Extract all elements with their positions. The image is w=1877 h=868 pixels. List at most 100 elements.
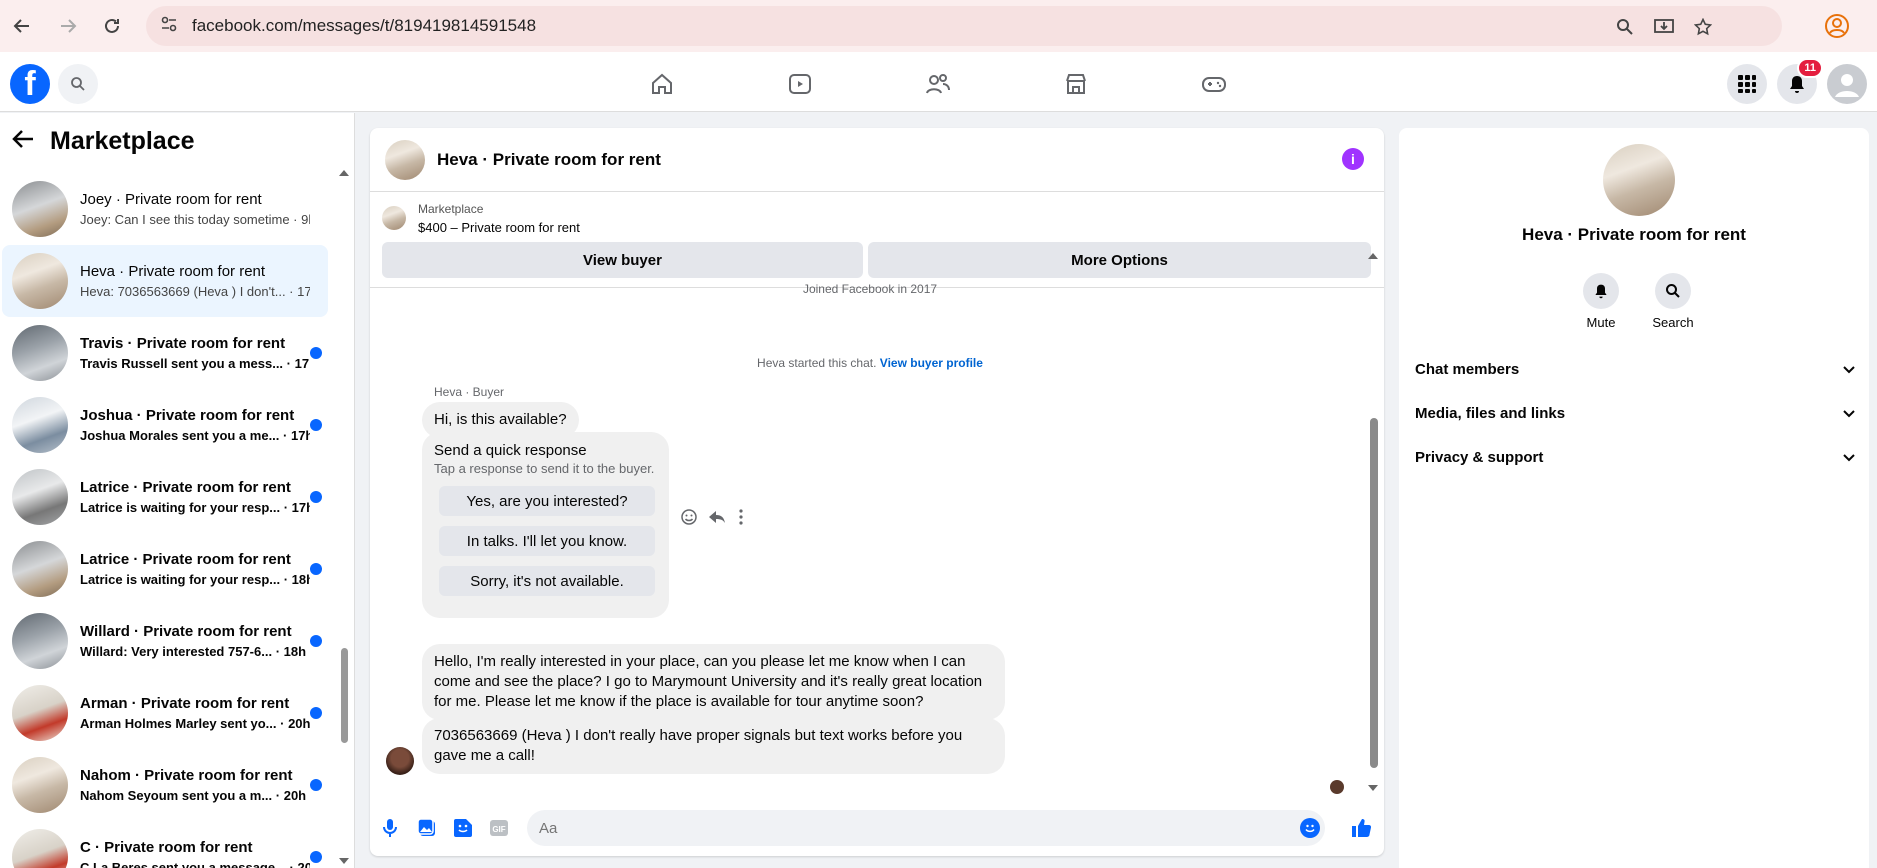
forward-arrow-icon[interactable] <box>48 6 88 46</box>
sticker-icon[interactable] <box>451 816 475 840</box>
install-app-icon[interactable] <box>1654 18 1674 41</box>
back-arrow-icon[interactable] <box>12 129 34 154</box>
listing-category: Marketplace <box>418 202 484 216</box>
marketplace-icon[interactable] <box>1054 64 1098 104</box>
search-icon[interactable] <box>58 64 98 104</box>
search-button[interactable]: Search <box>1643 273 1703 330</box>
gif-icon[interactable]: GIF <box>487 816 511 840</box>
unread-dot-icon <box>310 851 322 863</box>
search-icon <box>1655 273 1691 309</box>
account-avatar-icon[interactable] <box>1827 64 1867 104</box>
conversation-item[interactable]: Latrice · Private room for rent Latrice … <box>2 533 328 605</box>
chat-avatar[interactable] <box>385 139 425 180</box>
scrollbar-thumb[interactable] <box>1370 418 1378 768</box>
chevron-down-icon <box>1843 449 1855 466</box>
conversation-snippet: Joshua Morales sent you a me... · 17h <box>80 428 310 443</box>
url-text[interactable]: facebook.com/messages/t/819419814591548 <box>192 16 536 36</box>
conversation-snippet: Heva: 7036563669 (Heva ) I don't... · 17… <box>80 284 310 299</box>
unread-dot-icon <box>310 563 322 575</box>
quick-response-option[interactable]: Sorry, it's not available. <box>439 566 655 596</box>
reload-icon[interactable] <box>92 6 132 46</box>
address-bar[interactable]: facebook.com/messages/t/819419814591548 <box>146 6 1782 46</box>
notifications-bell-icon[interactable]: 11 <box>1777 58 1823 104</box>
info-icon[interactable]: i <box>1342 148 1364 170</box>
home-icon[interactable] <box>640 64 684 104</box>
facebook-logo-icon[interactable]: f <box>10 64 50 104</box>
bookmark-star-icon[interactable] <box>1693 17 1713 41</box>
search-label: Search <box>1652 315 1694 330</box>
section-label: Media, files and links <box>1415 404 1566 422</box>
view-buyer-button[interactable]: View buyer <box>382 242 863 278</box>
message-actions <box>680 508 746 531</box>
conversation-snippet: Travis Russell sent you a mess... · 17h <box>80 356 310 371</box>
gaming-icon[interactable] <box>1192 64 1236 104</box>
listing-thumbnail <box>12 829 68 868</box>
section-media-files-links[interactable]: Media, files and links <box>1415 393 1855 433</box>
conversation-list: Joey · Private room for rent Joey: Can I… <box>0 173 330 868</box>
svg-text:GIF: GIF <box>492 825 505 834</box>
site-info-icon[interactable] <box>160 15 178 38</box>
bell-icon <box>1583 273 1619 309</box>
more-vertical-icon[interactable] <box>736 508 746 531</box>
section-label: Privacy & support <box>1415 448 1544 466</box>
panel-title: Marketplace <box>50 127 195 155</box>
unread-dot-icon <box>310 347 322 359</box>
scroll-up-arrow-icon[interactable] <box>338 165 350 183</box>
message-input[interactable] <box>527 810 1325 846</box>
conversation-name: C · Private room for rent <box>80 839 253 856</box>
facebook-top-nav: f 11 <box>0 52 1877 112</box>
scroll-down-arrow-icon[interactable] <box>338 853 350 868</box>
browser-profile-icon[interactable] <box>1823 12 1851 40</box>
emoji-icon[interactable] <box>1300 818 1320 838</box>
listing-thumbnail <box>12 325 68 381</box>
conversation-item[interactable]: Latrice · Private room for rent Latrice … <box>2 461 328 533</box>
conversation-snippet: Nahom Seyoum sent you a m... · 20h <box>80 788 307 803</box>
conversation-item[interactable]: Nahom · Private room for rent Nahom Seyo… <box>2 749 328 821</box>
friends-icon[interactable] <box>916 64 960 104</box>
conversation-item[interactable]: Arman · Private room for rent Arman Holm… <box>2 677 328 749</box>
conversation-item[interactable]: Willard · Private room for rent Willard:… <box>2 605 328 677</box>
scroll-up-arrow-icon[interactable] <box>1367 248 1379 266</box>
listing-thumbnail <box>12 253 68 309</box>
conversation-name: Heva · Private room for rent <box>80 263 266 280</box>
mute-button[interactable]: Mute <box>1571 273 1631 330</box>
view-buyer-profile-link[interactable]: View buyer profile <box>880 356 983 370</box>
conversation-snippet: Joey: Can I see this today sometime · 9h <box>80 212 310 227</box>
conversation-item[interactable]: Joey · Private room for rent Joey: Can I… <box>2 173 328 245</box>
listing-thumbnail <box>12 397 68 453</box>
more-options-button[interactable]: More Options <box>868 242 1371 278</box>
listing-thumbnail <box>12 613 68 669</box>
conversation-item-active[interactable]: Heva · Private room for rent Heva: 70365… <box>2 245 328 317</box>
mute-label: Mute <box>1586 315 1616 330</box>
unread-dot-icon <box>310 419 322 431</box>
section-chat-members[interactable]: Chat members <box>1415 349 1855 389</box>
listing-thumbnail[interactable] <box>382 206 406 230</box>
react-emoji-icon[interactable] <box>680 508 698 531</box>
scroll-down-arrow-icon[interactable] <box>1367 780 1379 798</box>
menu-grid-icon[interactable] <box>1727 64 1767 104</box>
sender-avatar[interactable] <box>386 747 414 775</box>
message-bubble[interactable]: Hello, I'm really interested in your pla… <box>422 644 1005 720</box>
chevron-down-icon <box>1843 361 1855 378</box>
reply-icon[interactable] <box>708 508 726 531</box>
scrollbar-thumb[interactable] <box>341 648 348 743</box>
back-arrow-icon[interactable] <box>2 6 42 46</box>
video-icon[interactable] <box>778 64 822 104</box>
zoom-icon[interactable] <box>1616 18 1634 41</box>
conversation-avatar[interactable] <box>1603 144 1675 216</box>
thumbs-up-icon[interactable] <box>1349 816 1373 840</box>
quick-response-option[interactable]: In talks. I'll let you know. <box>439 526 655 556</box>
conversation-details-panel: Heva · Private room for rent Mute Search… <box>1399 128 1869 868</box>
photo-icon[interactable] <box>415 816 439 840</box>
conversation-item[interactable]: Travis · Private room for rent Travis Ru… <box>2 317 328 389</box>
chat-panel: Heva · Private room for rent i Marketpla… <box>370 128 1384 856</box>
message-bubble[interactable]: 7036563669 (Heva ) I don't really have p… <box>422 718 1005 774</box>
microphone-icon[interactable] <box>378 816 402 840</box>
listing-price-title[interactable]: $400 – Private room for rent <box>418 220 580 235</box>
conversation-item[interactable]: C · Private room for rent C La Beres sen… <box>2 821 328 868</box>
chat-title[interactable]: Heva · Private room for rent <box>437 150 661 170</box>
conversation-item[interactable]: Joshua · Private room for rent Joshua Mo… <box>2 389 328 461</box>
quick-response-option[interactable]: Yes, are you interested? <box>439 486 655 516</box>
section-privacy-support[interactable]: Privacy & support <box>1415 437 1855 477</box>
conversation-snippet: Latrice is waiting for your resp... · 18… <box>80 572 310 587</box>
